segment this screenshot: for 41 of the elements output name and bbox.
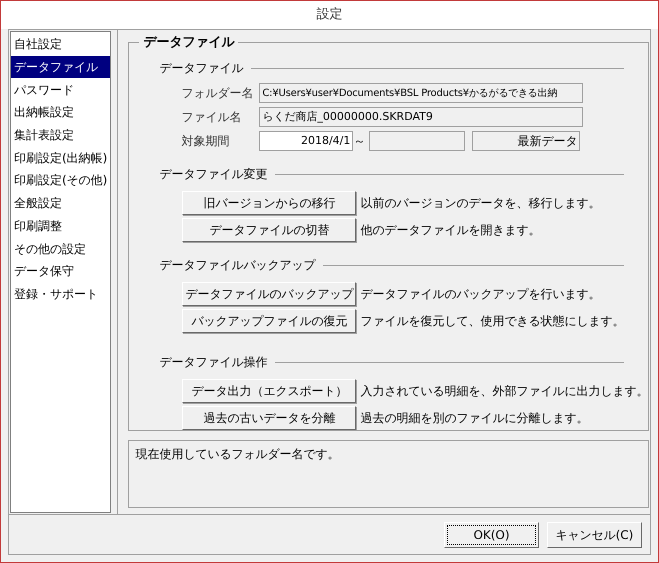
- action-button[interactable]: データ出力（エクスポート）: [182, 379, 356, 403]
- folder-field: C:¥Users¥user¥Documents¥BSL Products¥かるがるできる出納: [259, 83, 584, 103]
- action-button[interactable]: 過去の古いデータを分離: [182, 406, 356, 430]
- field-label: ファイル名: [181, 109, 242, 126]
- action-description: データファイルのバックアップを行います。: [360, 286, 600, 303]
- dialog-button[interactable]: キャンセル(C): [547, 522, 642, 548]
- section-heading: データファイル変更: [159, 166, 268, 183]
- sidebar-item[interactable]: データ保守: [11, 260, 110, 283]
- section-heading: データファイル: [159, 60, 244, 77]
- field-label: フォルダー名: [181, 85, 254, 102]
- field-label: 対象期間: [181, 133, 230, 150]
- action-button[interactable]: データファイルのバックアップ: [182, 282, 356, 306]
- sidebar-item[interactable]: 出納帳設定: [11, 101, 110, 124]
- action-button[interactable]: バックアップファイルの復元: [182, 309, 356, 333]
- latest-data-field: 最新データ: [472, 131, 580, 151]
- sidebar-item[interactable]: 全般設定: [11, 192, 110, 214]
- action-description: 他のデータファイルを開きます。: [360, 222, 540, 239]
- sidebar-item[interactable]: 印刷調整: [11, 214, 110, 238]
- sidebar-item[interactable]: 自社設定: [11, 33, 110, 56]
- section-heading: データファイル操作: [159, 354, 268, 371]
- file-field: らくだ商店_00000000.SKRDAT9: [259, 107, 584, 127]
- sidebar-item[interactable]: 印刷設定(出納帳): [11, 146, 110, 170]
- section-heading: データファイルバックアップ: [159, 257, 316, 274]
- window-title: 設定: [316, 6, 342, 24]
- range-separator: ～: [353, 133, 366, 150]
- sidebar-item[interactable]: 登録・サポート: [11, 282, 110, 306]
- help-box: 現在使用しているフォルダー名です。: [128, 440, 650, 508]
- action-description: 入力されている明細を、外部ファイルに出力します。: [360, 383, 648, 400]
- sidebar-item[interactable]: データファイル: [11, 56, 110, 78]
- action-description: 以前のバージョンのデータを、移行します。: [360, 195, 600, 212]
- action-description: 過去の明細を別のファイルに分離します。: [360, 410, 588, 427]
- sidebar-item[interactable]: その他の設定: [11, 237, 110, 260]
- sidebar-item[interactable]: パスワード: [11, 78, 110, 102]
- date-field[interactable]: 2018/4/1: [259, 131, 354, 151]
- action-button[interactable]: データファイルの切替: [182, 218, 356, 242]
- action-description: ファイルを復元して、使用できる状態にします。: [360, 313, 624, 330]
- sidebar-item[interactable]: 印刷設定(その他): [11, 169, 110, 192]
- dialog-button[interactable]: OK(O): [444, 522, 539, 548]
- action-button[interactable]: 旧バージョンからの移行: [182, 191, 356, 215]
- date-field[interactable]: [369, 131, 466, 151]
- sidebar-item[interactable]: 集計表設定: [11, 124, 110, 146]
